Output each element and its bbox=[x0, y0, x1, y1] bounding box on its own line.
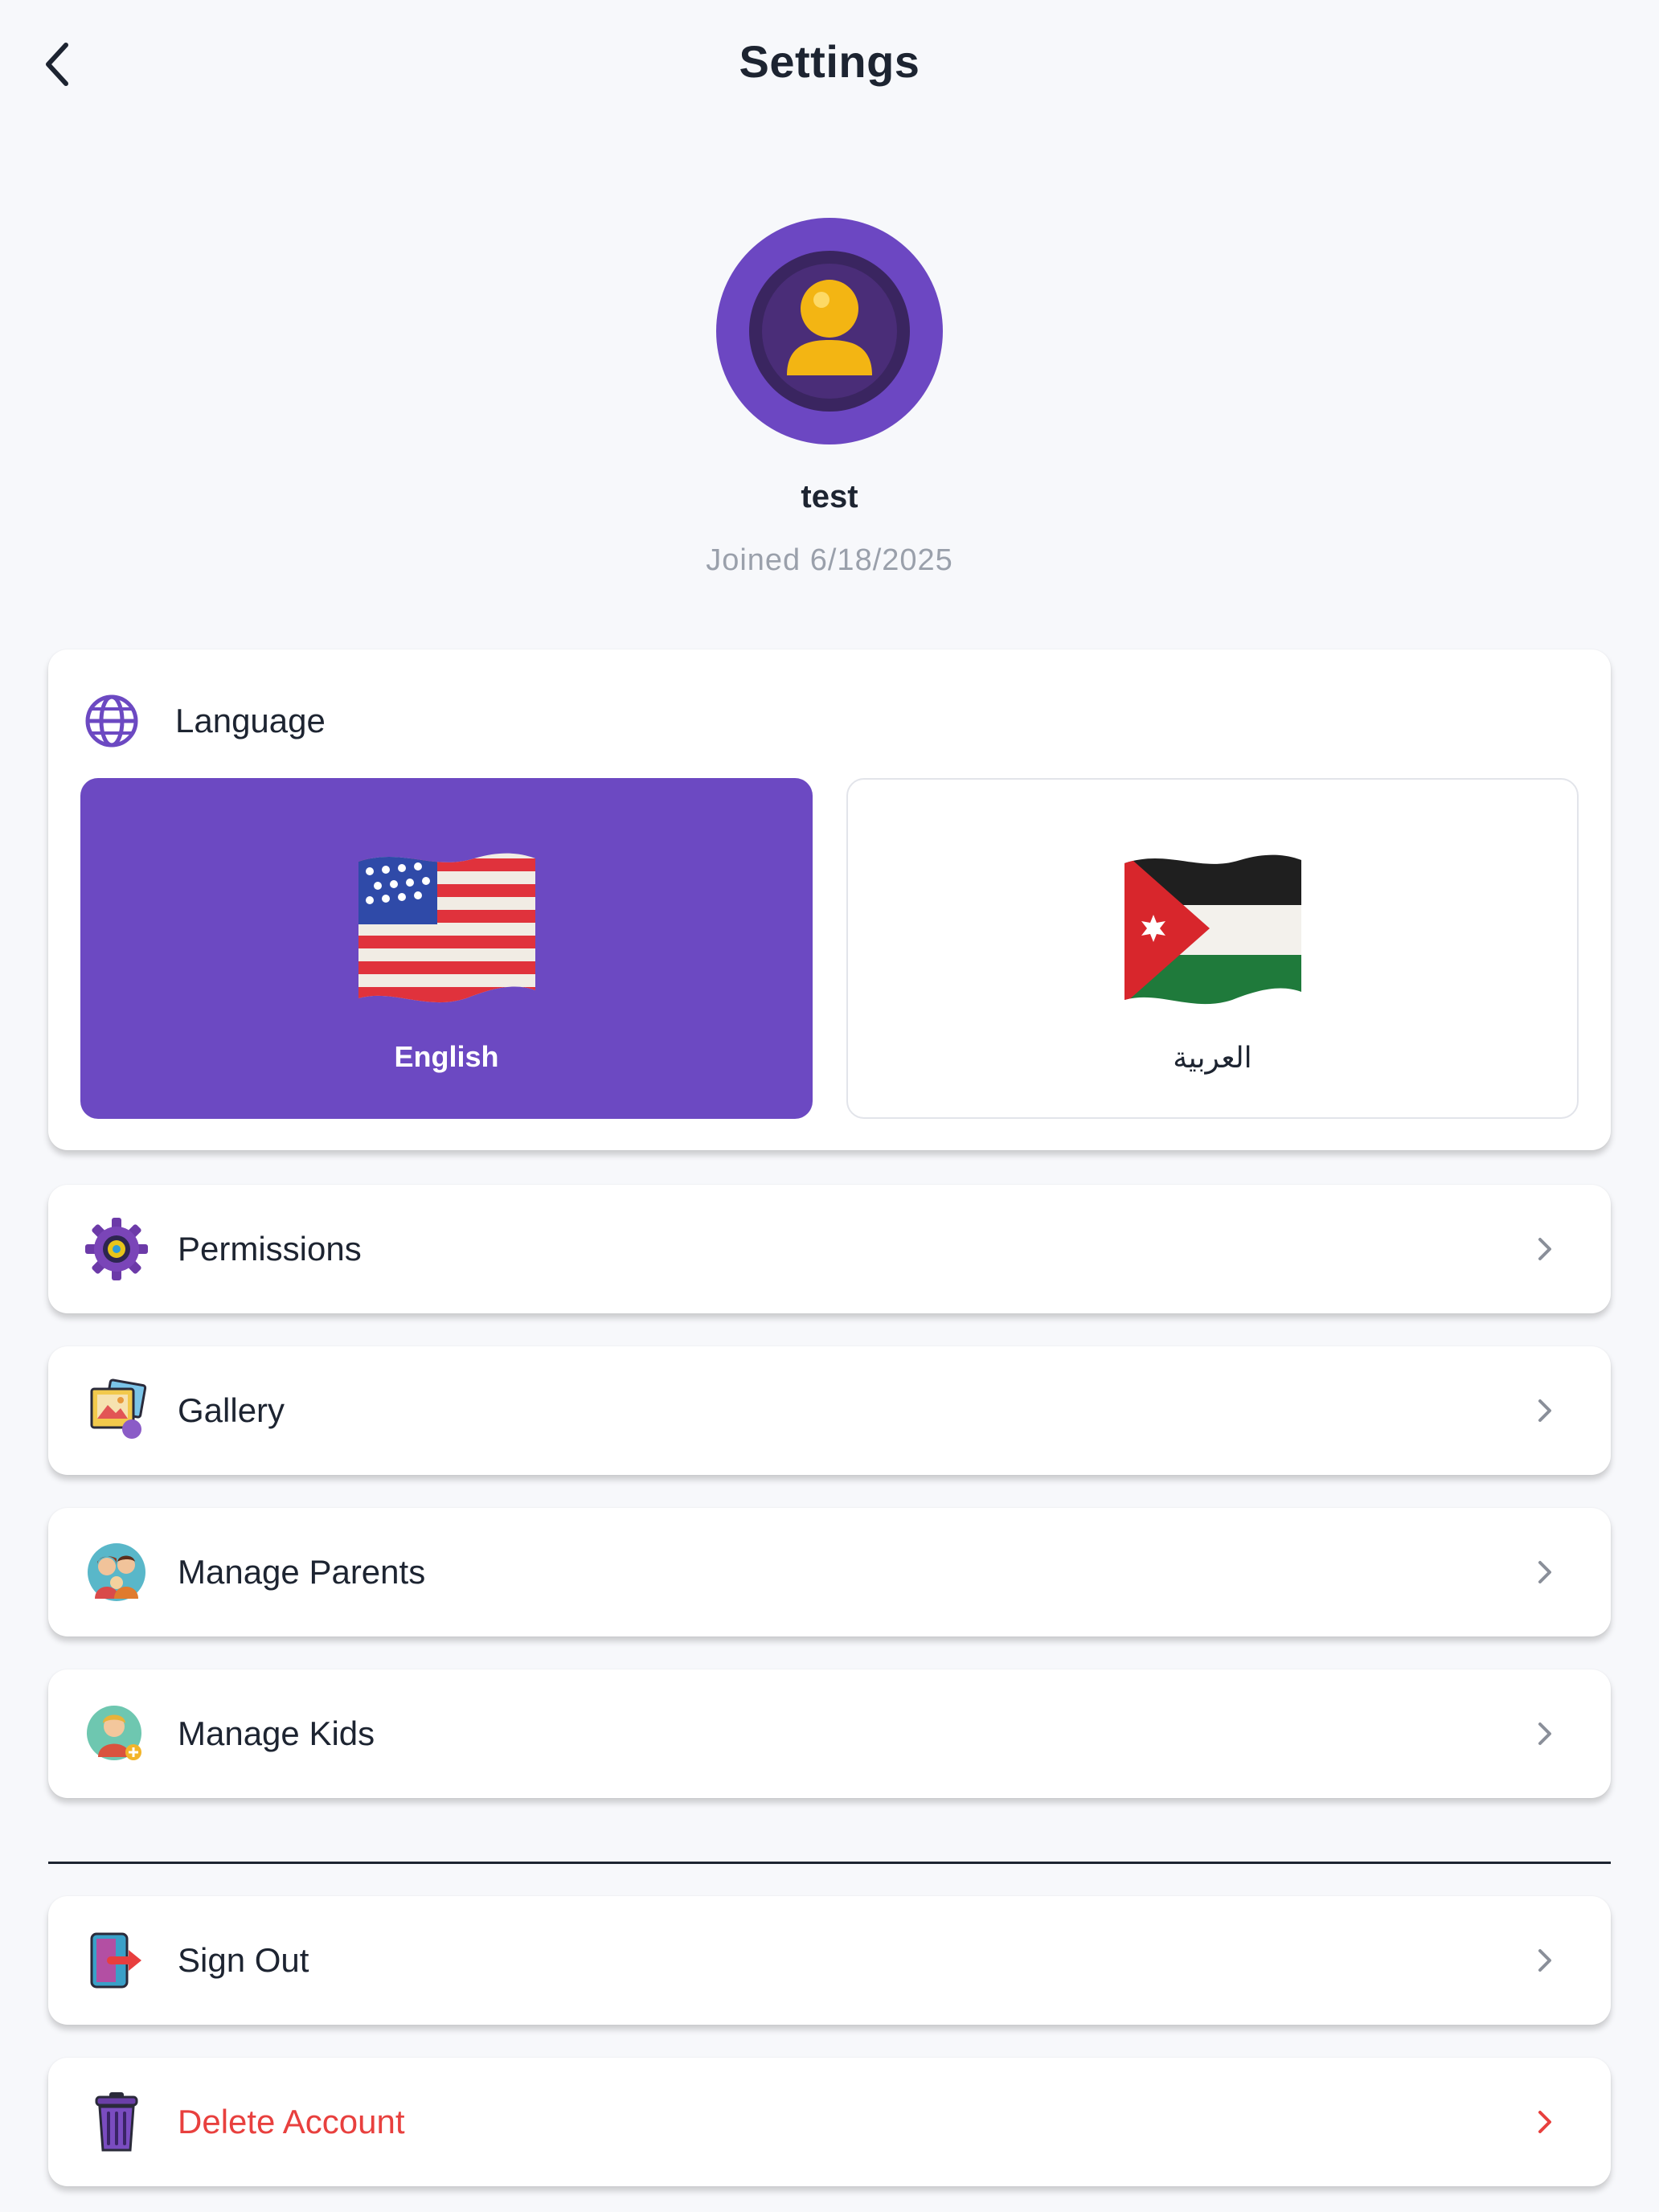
delete-account-label: Delete Account bbox=[178, 2103, 405, 2140]
gallery-row[interactable]: Gallery bbox=[48, 1346, 1611, 1475]
permissions-row[interactable]: Permissions bbox=[48, 1185, 1611, 1313]
english-label: English bbox=[394, 1040, 499, 1073]
gallery-icon bbox=[90, 1378, 147, 1439]
arabic-label: العربية bbox=[1173, 1042, 1252, 1075]
sign-out-icon bbox=[90, 1932, 141, 1989]
page-title: Settings bbox=[739, 36, 920, 87]
language-header: Language bbox=[84, 685, 326, 757]
profile-name: test bbox=[801, 479, 858, 514]
chevron-right-icon bbox=[1538, 1238, 1551, 1260]
chevron-right-icon bbox=[1538, 1722, 1551, 1745]
sign-out-row[interactable]: Sign Out bbox=[48, 1896, 1611, 2025]
globe-icon bbox=[85, 694, 138, 748]
user-icon bbox=[749, 251, 910, 412]
language-card: Language English العربية bbox=[48, 649, 1611, 1150]
language-title: Language bbox=[175, 702, 326, 739]
avatar bbox=[716, 218, 943, 444]
manage-parents-row[interactable]: Manage Parents bbox=[48, 1508, 1611, 1636]
parents-icon bbox=[88, 1543, 145, 1601]
chevron-right-icon bbox=[1538, 1399, 1551, 1422]
language-option-arabic[interactable]: العربية bbox=[846, 778, 1579, 1119]
manage-kids-label: Manage Kids bbox=[178, 1714, 375, 1752]
manage-parents-label: Manage Parents bbox=[178, 1553, 426, 1591]
permissions-label: Permissions bbox=[178, 1230, 362, 1268]
chevron-right-icon bbox=[1538, 1561, 1551, 1583]
delete-account-row[interactable]: Delete Account bbox=[48, 2058, 1611, 2186]
trash-icon bbox=[95, 2092, 138, 2152]
chevron-right-icon bbox=[1538, 1949, 1551, 1972]
chevron-right-icon bbox=[1538, 2111, 1551, 2133]
section-divider bbox=[48, 1862, 1611, 1864]
sign-out-label: Sign Out bbox=[178, 1941, 309, 1979]
gear-icon bbox=[85, 1218, 148, 1280]
settings-screen: Settings test Joined 6/18/2025 Language bbox=[0, 0, 1659, 2212]
jordan-flag-icon bbox=[1124, 854, 1301, 1005]
us-flag-icon bbox=[358, 853, 535, 1003]
language-option-english[interactable]: English bbox=[80, 778, 813, 1119]
kid-icon bbox=[87, 1706, 141, 1760]
gallery-label: Gallery bbox=[178, 1391, 285, 1429]
manage-kids-row[interactable]: Manage Kids bbox=[48, 1669, 1611, 1798]
joined-date: Joined 6/18/2025 bbox=[706, 543, 953, 577]
